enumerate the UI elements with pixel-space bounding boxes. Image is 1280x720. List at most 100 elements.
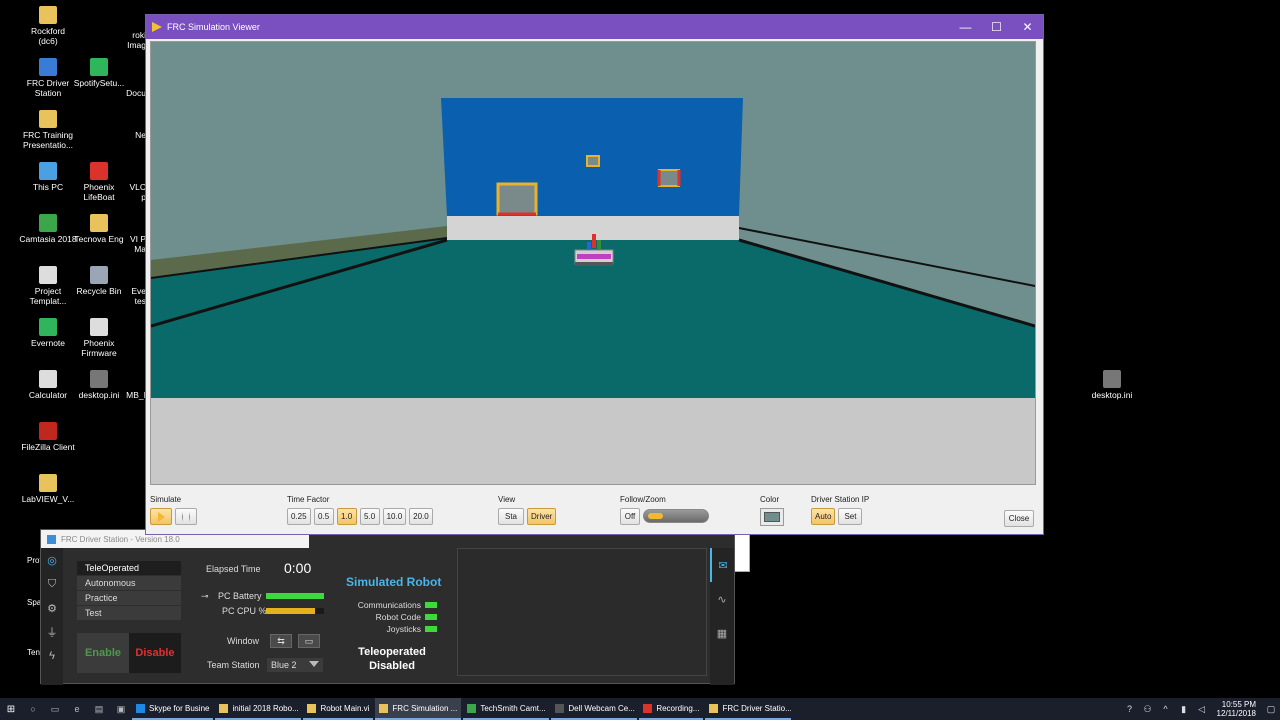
desktop-icon[interactable]: LabVIEW_V... <box>17 474 79 504</box>
mode-item[interactable]: Autonomous <box>77 576 181 591</box>
desktop-icon[interactable]: FRC Training Presentatio... <box>17 110 79 150</box>
taskbar-app-label: FRC Simulation ... <box>392 703 458 713</box>
color-button[interactable] <box>760 508 784 526</box>
system-tray: ? ⚇ ^ ▮ ◁ 10:55 PM 12/11/2018 ▢ <box>1121 698 1280 720</box>
taskbar-app-label: Recording... <box>656 703 700 713</box>
file-icon <box>39 266 57 284</box>
ip-set-button[interactable]: Set <box>838 508 863 525</box>
time-factor-button[interactable]: 0.25 <box>287 508 311 525</box>
messages-tab-icon[interactable]: ✉ <box>710 548 734 582</box>
desktop-icon[interactable]: Phoenix Firmware <box>68 318 130 358</box>
help-icon[interactable]: ? <box>1121 704 1139 714</box>
folder-icon <box>90 214 108 232</box>
windows-start-icon[interactable]: ⊞ <box>0 698 22 720</box>
play-button[interactable] <box>150 508 172 525</box>
pause-icon <box>182 511 190 522</box>
diagnostics-tab-icon[interactable]: ⛉ <box>41 572 63 596</box>
usb-tab-icon[interactable]: ⏚ <box>41 620 63 644</box>
elapsed-time-label: Elapsed Time <box>206 564 261 574</box>
operation-tab-icon[interactable]: ◎ <box>41 548 63 572</box>
taskbar-app[interactable]: FRC Driver Statio... <box>705 698 792 720</box>
taskbar-app[interactable]: initial 2018 Robo... <box>215 698 302 720</box>
target-large <box>496 182 538 216</box>
driver-station-right-nav: ✉ ∿ ▦ <box>710 548 734 685</box>
status-enabled-text: Disabled <box>369 660 415 672</box>
clock[interactable]: 10:55 PM 12/11/2018 <box>1211 700 1262 718</box>
settings-tab-icon[interactable]: ⚙ <box>41 596 63 620</box>
store-icon[interactable]: ▣ <box>110 698 132 720</box>
taskbar-app[interactable]: TechSmith Camt... <box>463 698 550 720</box>
time-factor-button[interactable]: 10.0 <box>382 508 407 525</box>
window-dock-button[interactable]: ⇆ <box>270 634 292 648</box>
partial-desktop-icon-label[interactable]: VLC p <box>118 182 146 202</box>
team-station-select[interactable]: Blue 2 <box>267 658 323 672</box>
computer-icon <box>39 162 57 180</box>
pause-button[interactable] <box>175 508 197 525</box>
desktop-icon-label: Project Templat... <box>29 286 67 306</box>
follow-zoom-label: Follow/Zoom <box>620 495 666 504</box>
mode-item[interactable]: Test <box>77 606 181 621</box>
network-icon[interactable]: ▮ <box>1175 704 1193 715</box>
driver-station-icon <box>47 534 56 544</box>
partial-desktop-icon-label[interactable]: Docu <box>118 88 146 98</box>
view-stands-button[interactable]: Sta <box>498 508 524 525</box>
mode-list: TeleOperated Autonomous Practice Test <box>77 561 181 621</box>
maximize-button[interactable]: ☐ <box>981 20 1012 34</box>
desktop-icon[interactable]: SpotifySetu... <box>68 58 130 88</box>
disable-button[interactable]: Disable <box>129 633 181 673</box>
task-view-icon[interactable]: ▭ <box>44 698 66 720</box>
taskbar-app[interactable]: Recording... <box>639 698 704 720</box>
taskbar-app[interactable]: Skype for Busine <box>132 698 214 720</box>
partial-desktop-icon-label[interactable]: Ne <box>118 130 146 140</box>
settings-file-icon <box>90 370 108 388</box>
simulation-viewer-titlebar[interactable]: FRC Simulation Viewer — ☐ ✕ <box>146 15 1043 39</box>
charts-tab-icon[interactable]: ∿ <box>710 582 734 616</box>
close-window-button[interactable]: ✕ <box>1012 20 1043 34</box>
taskbar-app[interactable]: Robot Main.vi <box>303 698 374 720</box>
volume-icon[interactable]: ◁ <box>1193 704 1211 715</box>
time-factor-button[interactable]: 1.0 <box>336 508 357 525</box>
view-driver-button[interactable]: Driver <box>527 508 557 525</box>
plug-icon: ⊸ <box>201 591 209 601</box>
simulate-label: Simulate <box>150 495 182 504</box>
follow-zoom-group: Follow/Zoom Off <box>620 495 709 525</box>
window-float-button[interactable]: ▭ <box>298 634 320 648</box>
desktop-icon[interactable]: Rockford (dc6) <box>17 6 79 46</box>
time-factor-button[interactable]: 20.0 <box>409 508 433 525</box>
chevron-up-icon[interactable]: ^ <box>1157 704 1175 714</box>
taskbar-app-label: TechSmith Camt... <box>480 703 546 713</box>
partial-desktop-icon-label[interactable]: MB_I <box>118 390 146 400</box>
file-explorer-icon[interactable]: ▤ <box>88 698 110 720</box>
notifications-icon[interactable]: ▢ <box>1262 704 1280 715</box>
desktop-icon-label: This PC <box>32 182 64 192</box>
taskbar-app[interactable]: FRC Simulation ... <box>375 698 462 720</box>
minimize-button[interactable]: — <box>950 20 981 34</box>
desktop-icon[interactable]: FileZilla Client <box>17 422 79 452</box>
desktop-icon-desktop-ini-right[interactable]: desktop.ini <box>1081 370 1143 400</box>
partial-desktop-icon-label[interactable]: Eve tes <box>118 286 146 306</box>
follow-off-button[interactable]: Off <box>620 508 640 525</box>
status-mode-text: Teleoperated <box>358 646 426 658</box>
zoom-slider[interactable] <box>643 509 709 523</box>
edge-icon[interactable]: e <box>66 698 88 720</box>
mode-item[interactable]: Practice <box>77 591 181 606</box>
time-factor-button[interactable]: 5.0 <box>359 508 380 525</box>
play-icon <box>157 511 165 522</box>
close-button[interactable]: Close <box>1004 510 1034 527</box>
driver-station-left-nav: ◎ ⛉ ⚙ ⏚ ϟ <box>41 548 63 685</box>
both-tab-icon[interactable]: ▦ <box>710 616 734 650</box>
partial-desktop-icon-label[interactable]: VI P Ma <box>118 234 146 254</box>
time-factor-button[interactable]: 0.5 <box>313 508 334 525</box>
enable-button[interactable]: Enable <box>77 633 129 673</box>
partial-desktop-icon-label[interactable]: roki Imag <box>118 30 146 50</box>
ip-auto-button[interactable]: Auto <box>811 508 836 525</box>
simulation-3d-viewport[interactable] <box>150 41 1036 485</box>
people-icon[interactable]: ⚇ <box>1139 704 1157 715</box>
search-icon[interactable]: ○ <box>22 698 44 720</box>
power-tab-icon[interactable]: ϟ <box>41 644 63 668</box>
mode-item[interactable]: TeleOperated <box>77 561 181 576</box>
view-buttons: Sta Driver <box>498 508 557 525</box>
desktop-icon-label: Calculator <box>28 390 68 400</box>
taskbar-app[interactable]: Dell Webcam Ce... <box>551 698 638 720</box>
taskbar-app-label: FRC Driver Statio... <box>722 703 792 713</box>
